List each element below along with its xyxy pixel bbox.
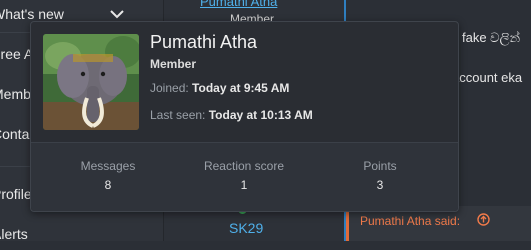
stat-label: Points <box>363 159 397 173</box>
arrow-up-circle-icon[interactable] <box>477 213 490 226</box>
post-text-line: account eka <box>452 70 523 85</box>
post-author-link[interactable]: Pumathi Atha <box>200 0 277 9</box>
quote-attribution[interactable]: Pumathi Atha said: <box>360 214 460 228</box>
stat-label: Reaction score <box>203 159 285 173</box>
sidebar-item-label: Memb <box>0 86 31 102</box>
sidebar-item-label: Alerts <box>0 226 28 242</box>
last-seen-value: Today at 10:13 AM <box>208 108 313 122</box>
other-user-link[interactable]: SK29 <box>229 220 263 236</box>
joined-value: Today at 9:45 AM <box>192 81 290 95</box>
stat-value: 3 <box>376 178 384 192</box>
tooltip-username[interactable]: Pumathi Atha <box>150 32 257 53</box>
sidebar-item-label: Conta <box>0 126 30 142</box>
stat-reaction-score: Reaction score 1 <box>174 159 314 192</box>
elephant-avatar-image <box>43 34 139 130</box>
sidebar-item-label: Free A <box>0 46 34 62</box>
joined-label: Joined: <box>150 81 189 95</box>
member-tooltip-card: Pumathi Atha Member Joined: Today at 9:4… <box>30 21 459 212</box>
sidebar-item-label: What's new <box>0 6 64 22</box>
last-seen-label: Last seen: <box>150 108 206 122</box>
stat-value: 1 <box>240 178 248 192</box>
post-text-line: fake වලින් <box>462 30 521 45</box>
chevron-down-icon[interactable] <box>109 8 125 20</box>
member-stats: Messages 8 Reaction score 1 Points 3 <box>31 143 458 211</box>
stat-value: 8 <box>104 178 112 192</box>
tooltip-role: Member <box>150 57 197 71</box>
sidebar-item-alerts[interactable]: Alerts <box>0 226 163 250</box>
stat-label: Messages <box>80 159 136 173</box>
sidebar-item-label: Profile <box>0 186 32 202</box>
avatar[interactable] <box>43 34 139 130</box>
stat-messages: Messages 8 <box>38 159 178 192</box>
stat-points: Points 3 <box>310 159 450 192</box>
last-seen-row: Last seen: Today at 10:13 AM <box>150 108 313 122</box>
joined-row: Joined: Today at 9:45 AM <box>150 81 289 95</box>
